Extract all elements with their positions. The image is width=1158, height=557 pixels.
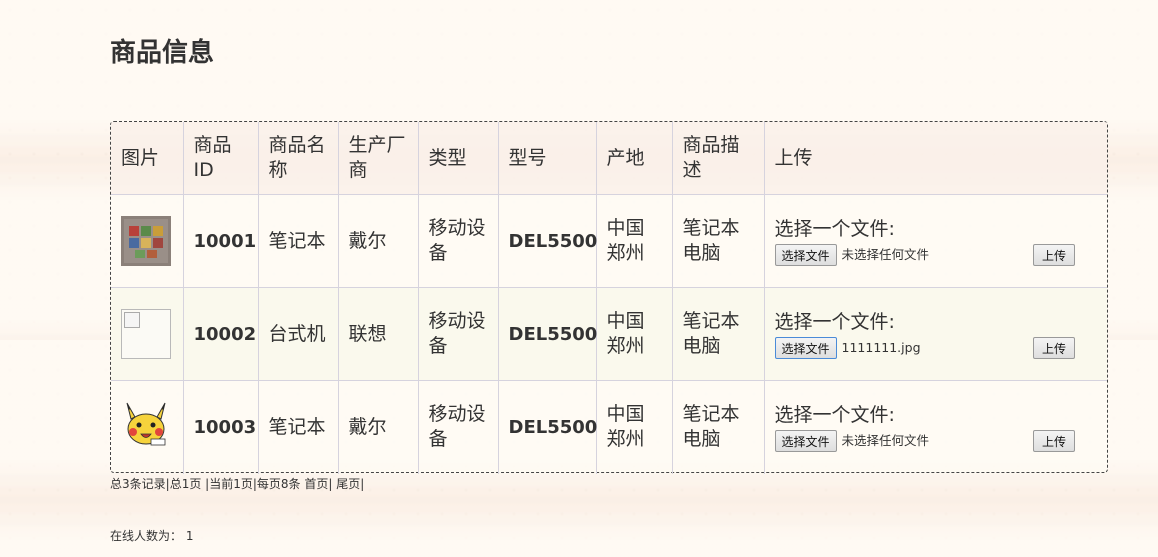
product-table-container: 图片 商品ID 商品名称 生产厂商 类型 型号 产地 商品描述 上传 10001… [110, 121, 1108, 474]
product-id: 10002 [182, 287, 259, 381]
total-pages: 总1页 [169, 477, 202, 491]
pagination: 总3条记录|总1页 |当前1页|每页8条 首页| 尾页| [110, 477, 365, 491]
total-records: 总3条记录 [110, 477, 166, 491]
table-row: 10003 笔记本 戴尔 移动设备 DEL5500 中国郑州 笔记本电脑 选择一… [111, 380, 1107, 474]
header-origin: 产地 [595, 122, 673, 195]
product-origin: 中国郑州 [595, 380, 673, 474]
product-image-cell [111, 287, 184, 381]
header-name: 商品名称 [257, 122, 339, 195]
product-maker: 戴尔 [337, 380, 419, 474]
product-desc: 笔记本电脑 [671, 380, 765, 474]
upload-form: 选择文件 未选择任何文件 上传 [774, 429, 1098, 452]
upload-cell: 选择一个文件: 选择文件 未选择任何文件 上传 [763, 380, 1107, 474]
product-name: 台式机 [257, 287, 339, 381]
upload-label: 选择一个文件: [774, 403, 895, 426]
header-image: 图片 [111, 122, 184, 195]
product-name: 笔记本 [257, 380, 339, 474]
product-desc: 笔记本电脑 [671, 194, 765, 288]
table-row: 10001 笔记本 戴尔 移动设备 DEL5500 中国郑州 笔记本电脑 选择一… [111, 194, 1107, 288]
upload-form: 选择文件 1111111.jpg 上传 [774, 336, 1098, 359]
product-name: 笔记本 [257, 194, 339, 288]
product-image-cell [111, 380, 184, 474]
upload-label: 选择一个文件: [774, 310, 895, 333]
header-desc: 商品描述 [671, 122, 765, 195]
product-image-cell [111, 194, 184, 288]
product-id: 10003 [182, 380, 259, 474]
per-page: 每页8条 [256, 477, 301, 491]
product-origin: 中国郑州 [595, 194, 673, 288]
product-type: 移动设备 [417, 380, 499, 474]
product-type: 移动设备 [417, 287, 499, 381]
online-count: 在线人数为： 1 [110, 529, 194, 543]
file-name-text: 1111111.jpg [841, 340, 921, 355]
upload-form: 选择文件 未选择任何文件 上传 [774, 243, 1098, 266]
choose-file-button[interactable]: 选择文件 [774, 243, 837, 266]
choose-file-button[interactable]: 选择文件 [774, 429, 837, 452]
product-maker: 戴尔 [337, 194, 419, 288]
header-maker: 生产厂商 [337, 122, 419, 195]
product-table: 图片 商品ID 商品名称 生产厂商 类型 型号 产地 商品描述 上传 10001… [111, 122, 1107, 474]
first-page-link[interactable]: 首页 [304, 477, 328, 491]
header-model: 型号 [497, 122, 597, 195]
upload-cell: 选择一个文件: 选择文件 未选择任何文件 上传 [763, 194, 1107, 288]
upload-cell: 选择一个文件: 选择文件 1111111.jpg 上传 [763, 287, 1107, 381]
pixel-mosaic-thumbnail [121, 216, 171, 266]
last-page-link[interactable]: 尾页 [336, 477, 360, 491]
file-name-text: 未选择任何文件 [841, 247, 930, 262]
pikachu-thumbnail [126, 402, 166, 446]
product-model: DEL5500 [497, 380, 597, 474]
product-desc: 笔记本电脑 [671, 287, 765, 381]
product-id: 10001 [182, 194, 259, 288]
product-model: DEL5500 [497, 194, 597, 288]
table-header-row: 图片 商品ID 商品名称 生产厂商 类型 型号 产地 商品描述 上传 [111, 122, 1107, 195]
product-maker: 联想 [337, 287, 419, 381]
header-type: 类型 [417, 122, 499, 195]
upload-button[interactable]: 上传 [1032, 429, 1075, 452]
upload-button[interactable]: 上传 [1032, 243, 1075, 266]
page-title: 商品信息 [110, 38, 215, 68]
header-id: 商品ID [182, 122, 259, 195]
product-type: 移动设备 [417, 194, 499, 288]
choose-file-button[interactable]: 选择文件 [774, 336, 837, 359]
product-origin: 中国郑州 [595, 287, 673, 381]
table-row: 10002 台式机 联想 移动设备 DEL5500 中国郑州 笔记本电脑 选择一… [111, 287, 1107, 381]
upload-button[interactable]: 上传 [1032, 336, 1075, 359]
product-model: DEL5500 [497, 287, 597, 381]
current-page: 当前1页 [209, 477, 253, 491]
file-name-text: 未选择任何文件 [841, 433, 930, 449]
broken-image-icon [121, 309, 171, 359]
upload-label: 选择一个文件: [774, 217, 895, 240]
header-upload: 上传 [763, 122, 1107, 195]
